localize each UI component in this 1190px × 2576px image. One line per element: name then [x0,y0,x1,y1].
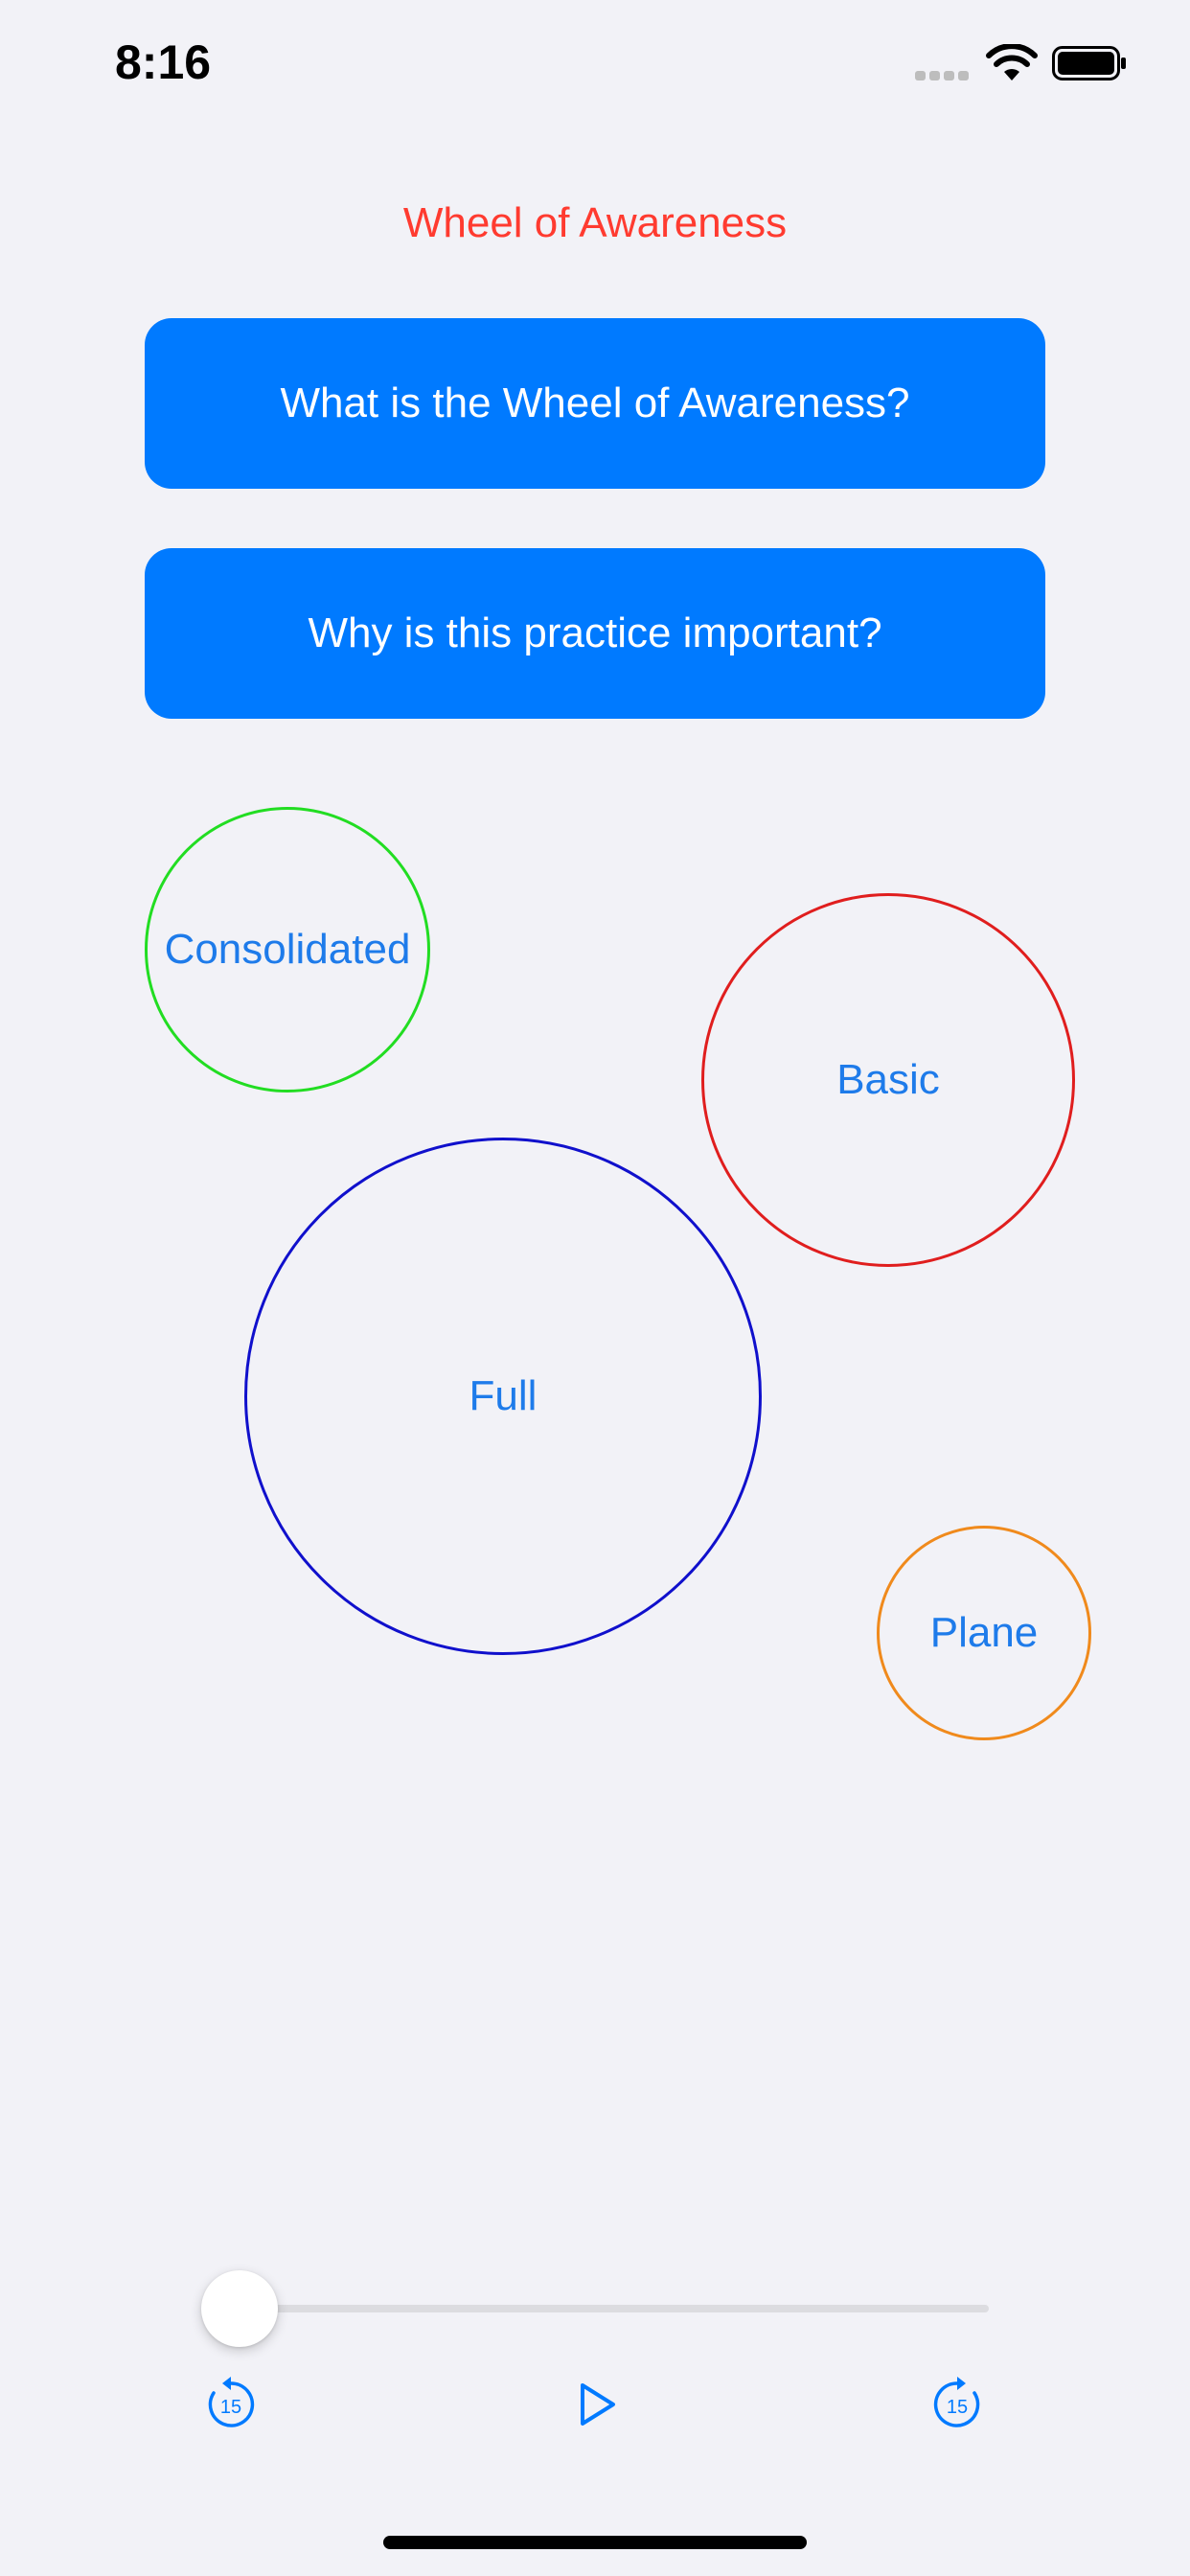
status-time: 8:16 [115,35,212,89]
practice-label: Full [469,1372,538,1419]
progress-slider-track[interactable] [240,2305,989,2312]
cellular-signal-icon [915,71,971,80]
practice-label: Consolidated [164,926,411,973]
why-important-button[interactable]: Why is this practice important? [145,548,1045,719]
skip-back-label: 15 [220,2397,241,2418]
home-indicator[interactable] [383,2536,807,2549]
wifi-icon [986,44,1038,80]
status-bar: 8:16 [0,0,1190,134]
play-icon [581,2383,615,2426]
skip-back-15-button[interactable]: 15 [193,2366,269,2443]
practice-label: Plane [929,1609,1039,1656]
page-title: Wheel of Awareness [402,199,788,246]
progress-slider-thumb[interactable] [201,2270,278,2347]
practice-full-button[interactable]: Full [244,1138,762,1655]
skip-forward-icon: 15 [933,2377,980,2427]
practice-consolidated-button[interactable]: Consolidated [145,807,430,1092]
skip-back-icon: 15 [208,2377,255,2427]
practice-basic-button[interactable]: Basic [701,893,1075,1267]
what-is-wheel-button[interactable]: What is the Wheel of Awareness? [145,318,1045,489]
practice-label: Basic [836,1056,940,1103]
skip-forward-15-button[interactable]: 15 [919,2366,995,2443]
play-button[interactable] [558,2366,634,2443]
battery-icon [1052,46,1126,80]
skip-forward-label: 15 [947,2397,968,2418]
practice-plane-button[interactable]: Plane [877,1526,1091,1740]
